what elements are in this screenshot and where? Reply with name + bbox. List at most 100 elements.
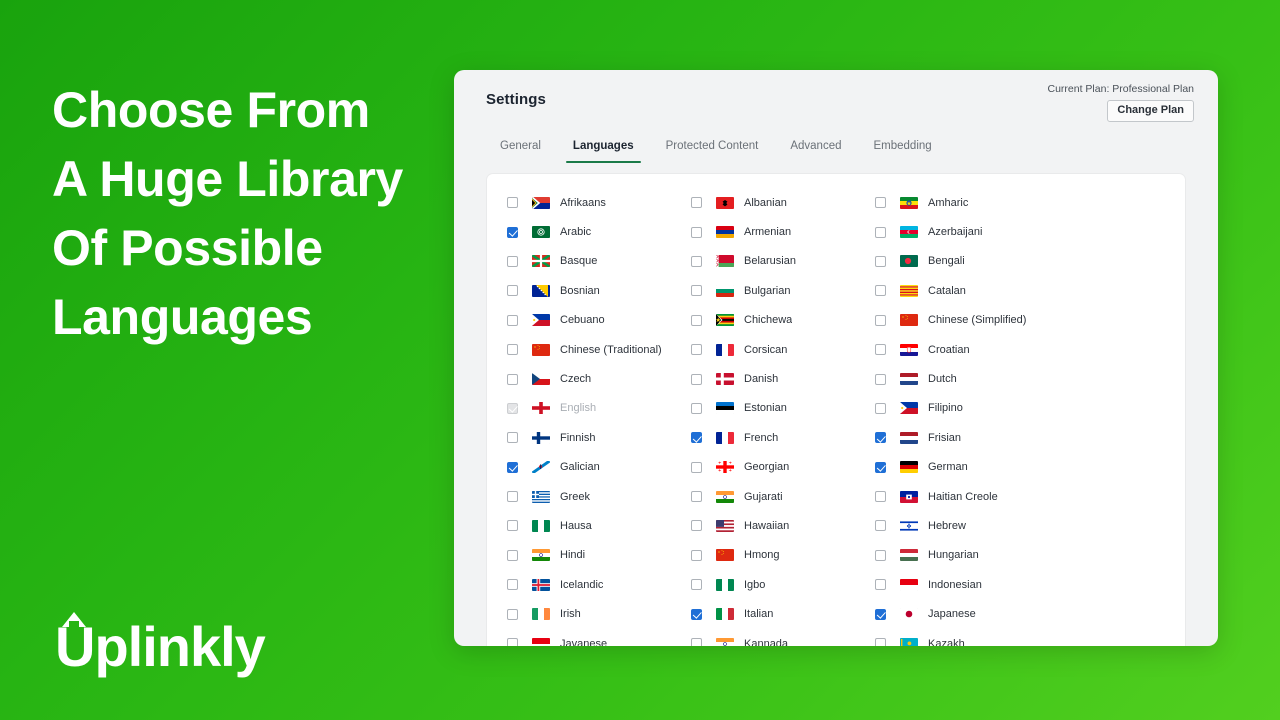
language-checkbox[interactable] (875, 549, 886, 561)
language-row[interactable]: Igbo (691, 570, 875, 599)
language-checkbox[interactable] (691, 373, 702, 385)
language-row[interactable]: Hmong (691, 541, 875, 570)
language-row[interactable]: Italian (691, 599, 875, 628)
language-row[interactable]: Japanese (875, 599, 1165, 628)
language-row[interactable]: Chichewa (691, 306, 875, 335)
language-checkbox[interactable] (507, 608, 518, 620)
language-checkbox[interactable] (691, 344, 702, 356)
language-row[interactable]: Catalan (875, 276, 1165, 305)
language-checkbox[interactable] (691, 491, 702, 503)
language-row[interactable]: Chinese (Traditional) (507, 335, 691, 364)
language-row[interactable]: Chinese (Simplified) (875, 306, 1165, 335)
language-row[interactable]: Haitian Creole (875, 482, 1165, 511)
language-row[interactable]: Icelandic (507, 570, 691, 599)
language-checkbox[interactable] (691, 520, 702, 532)
language-row[interactable]: Czech (507, 364, 691, 393)
tab-embedding[interactable]: Embedding (858, 140, 948, 163)
language-checkbox[interactable] (691, 461, 702, 473)
language-row[interactable]: Corsican (691, 335, 875, 364)
language-row[interactable]: Kazakh (875, 629, 1165, 646)
language-checkbox[interactable] (507, 285, 518, 297)
language-checkbox[interactable] (691, 255, 702, 267)
language-checkbox[interactable] (691, 638, 702, 646)
language-checkbox[interactable] (691, 314, 702, 326)
language-checkbox[interactable] (875, 402, 886, 414)
language-checkbox[interactable] (691, 549, 702, 561)
language-row[interactable]: Hebrew (875, 511, 1165, 540)
language-checkbox[interactable] (507, 197, 518, 209)
language-checkbox[interactable] (507, 432, 518, 444)
language-checkbox[interactable] (875, 285, 886, 297)
language-row[interactable]: Amharic (875, 188, 1165, 217)
language-checkbox[interactable] (507, 255, 518, 267)
language-checkbox[interactable] (875, 491, 886, 503)
language-checkbox[interactable] (875, 344, 886, 356)
language-row[interactable]: Hindi (507, 541, 691, 570)
language-checkbox[interactable] (875, 432, 886, 444)
language-checkbox[interactable] (691, 402, 702, 414)
language-checkbox[interactable] (875, 579, 886, 591)
language-row[interactable]: Gujarati (691, 482, 875, 511)
language-row[interactable]: Armenian (691, 217, 875, 246)
language-checkbox[interactable] (507, 579, 518, 591)
language-checkbox[interactable] (507, 491, 518, 503)
language-checkbox[interactable] (875, 373, 886, 385)
language-row[interactable]: Cebuano (507, 306, 691, 335)
language-row[interactable]: Galician (507, 453, 691, 482)
language-checkbox[interactable] (875, 197, 886, 209)
language-row[interactable]: Azerbaijani (875, 217, 1165, 246)
language-checkbox[interactable] (691, 197, 702, 209)
language-row[interactable]: Frisian (875, 423, 1165, 452)
language-checkbox[interactable] (691, 285, 702, 297)
language-row[interactable]: Arabic (507, 217, 691, 246)
language-checkbox[interactable] (875, 226, 886, 238)
language-checkbox[interactable] (507, 461, 518, 473)
language-checkbox[interactable] (507, 344, 518, 356)
language-checkbox[interactable] (507, 549, 518, 561)
language-checkbox[interactable] (691, 226, 702, 238)
language-row[interactable]: Indonesian (875, 570, 1165, 599)
language-row[interactable]: German (875, 453, 1165, 482)
language-row[interactable]: Filipino (875, 394, 1165, 423)
language-row[interactable]: Estonian (691, 394, 875, 423)
change-plan-button[interactable]: Change Plan (1107, 100, 1194, 122)
language-checkbox[interactable] (691, 579, 702, 591)
language-row[interactable]: Danish (691, 364, 875, 393)
language-row[interactable]: Finnish (507, 423, 691, 452)
language-row[interactable]: Belarusian (691, 247, 875, 276)
language-row[interactable]: Hungarian (875, 541, 1165, 570)
language-checkbox[interactable] (875, 314, 886, 326)
language-row[interactable]: Hawaiian (691, 511, 875, 540)
tab-protected-content[interactable]: Protected Content (650, 140, 775, 163)
language-row[interactable]: Hausa (507, 511, 691, 540)
language-row[interactable]: Javanese (507, 629, 691, 646)
language-row[interactable]: Basque (507, 247, 691, 276)
language-checkbox[interactable] (507, 520, 518, 532)
language-row[interactable]: Kannada (691, 629, 875, 646)
language-checkbox[interactable] (875, 608, 886, 620)
tab-general[interactable]: General (486, 140, 557, 163)
language-row[interactable]: Dutch (875, 364, 1165, 393)
language-row[interactable]: Bulgarian (691, 276, 875, 305)
tab-advanced[interactable]: Advanced (774, 140, 857, 163)
language-checkbox[interactable] (507, 226, 518, 238)
language-checkbox[interactable] (875, 255, 886, 267)
language-checkbox[interactable] (875, 461, 886, 473)
language-checkbox[interactable] (507, 638, 518, 646)
language-row[interactable]: Croatian (875, 335, 1165, 364)
language-checkbox[interactable] (691, 432, 702, 444)
language-checkbox[interactable] (875, 638, 886, 646)
language-row[interactable]: Irish (507, 599, 691, 628)
language-row[interactable]: French (691, 423, 875, 452)
language-row[interactable]: Georgian (691, 453, 875, 482)
language-row[interactable]: Bosnian (507, 276, 691, 305)
language-checkbox[interactable] (875, 520, 886, 532)
language-row[interactable]: Afrikaans (507, 188, 691, 217)
language-checkbox[interactable] (691, 608, 702, 620)
language-checkbox[interactable] (507, 314, 518, 326)
language-row[interactable]: Bengali (875, 247, 1165, 276)
language-row[interactable]: Greek (507, 482, 691, 511)
language-row[interactable]: Albanian (691, 188, 875, 217)
tab-languages[interactable]: Languages (557, 140, 650, 163)
language-checkbox[interactable] (507, 373, 518, 385)
